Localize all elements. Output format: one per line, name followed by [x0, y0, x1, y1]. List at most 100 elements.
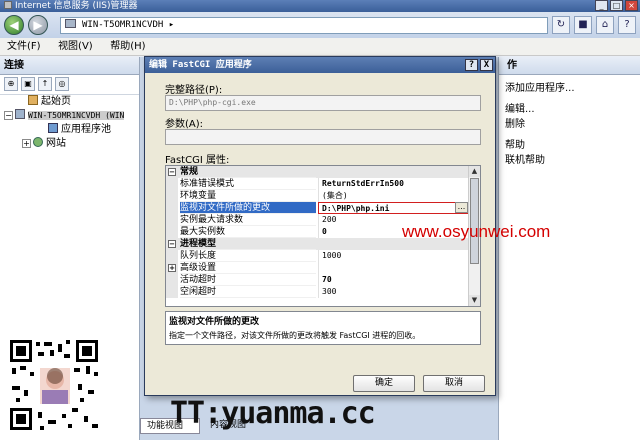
prop-name: 队列长度 [180, 250, 316, 262]
prop-idle-timeout[interactable]: 空闲超时 300 [166, 286, 470, 298]
browse-button[interactable]: ... [455, 202, 468, 213]
watermark-url: www.osyunwei.com [402, 222, 551, 241]
prop-value[interactable]: 300 [318, 286, 470, 298]
prop-monitor-changes[interactable]: 监视对文件所做的更改 D:\PHP\php.ini ... [166, 202, 470, 214]
actions-header: 作 [499, 57, 640, 75]
prop-name: 活动超时 [180, 274, 316, 286]
menu-view[interactable]: 视图(V) [51, 38, 100, 56]
prop-env-vars[interactable]: 环境变量 (集合) [166, 190, 470, 202]
iis-app-icon [4, 1, 12, 9]
prop-name: 最大实例数 [180, 226, 316, 238]
expand-icon[interactable]: + [22, 139, 31, 148]
collapse-icon[interactable]: − [168, 168, 176, 176]
app-pool-icon [48, 123, 58, 133]
tree-item-sites[interactable]: + 网站 [0, 137, 139, 151]
refresh-icon[interactable]: ↻ [552, 16, 570, 34]
maximize-button[interactable]: □ [610, 0, 623, 11]
prop-value[interactable]: (集合) [318, 190, 470, 202]
menu-bar: 文件(F) 视图(V) 帮助(H) [0, 38, 640, 56]
description-text: 指定一个文件路径，对该文件所做的更改将触发 FastCGI 进程的回收。 [169, 331, 421, 340]
address-tools: ↻ ■ ⌂ ? [552, 16, 636, 34]
fastcgi-props-label: FastCGI 属性: [165, 155, 230, 166]
watermark-tt: TT:yuanma.cc [170, 396, 376, 431]
prop-value[interactable]: 1000 [318, 250, 470, 262]
connect-server-icon[interactable]: ◎ [55, 77, 69, 91]
prop-activity-timeout[interactable]: 活动超时 70 [166, 274, 470, 286]
menu-file[interactable]: 文件(F) [0, 38, 48, 56]
computer-icon [65, 19, 76, 28]
window-title: Internet 信息服务 (IIS)管理器 [15, 1, 138, 11]
dialog-controls: ? X [465, 59, 493, 71]
arguments-label: 参数(A): [165, 119, 204, 130]
prop-name: 高级设置 [180, 262, 316, 274]
prop-advanced-settings[interactable]: + 高级设置 [166, 262, 470, 274]
prop-name: 监视对文件所做的更改 [180, 202, 316, 214]
cancel-button[interactable]: 取消 [423, 375, 485, 392]
qr-code-graphic [8, 338, 100, 432]
grid-gutter [166, 190, 178, 202]
tree-item-server[interactable]: − WIN-T5OMR1NCVDH (WIN [0, 109, 139, 123]
prop-value[interactable]: ReturnStdErrIn500 [318, 178, 470, 190]
ok-button[interactable]: 确定 [353, 375, 415, 392]
window-controls: _ □ × [595, 0, 638, 12]
prop-value-input[interactable]: D:\PHP\php.ini [318, 202, 470, 214]
help-icon[interactable]: ? [618, 16, 636, 34]
tree-item-app-pools[interactable]: 应用程序池 [0, 123, 139, 137]
dialog-title-bar: 编辑 FastCGI 应用程序 ? X [145, 57, 495, 73]
address-bar: ◀ ▶ WIN-T5OMR1NCVDH ▸ ↻ ■ ⌂ ? [0, 12, 640, 38]
dialog-title: 编辑 FastCGI 应用程序 [149, 60, 252, 70]
grid-gutter [166, 250, 178, 262]
prop-value[interactable]: 70 [318, 274, 470, 286]
dialog-help-button[interactable]: ? [465, 59, 478, 71]
full-path-field[interactable]: D:\PHP\php-cgi.exe [165, 95, 481, 111]
sites-icon [33, 137, 43, 147]
grid-gutter [166, 178, 178, 190]
save-icon[interactable]: ▣ [21, 77, 35, 91]
scroll-thumb[interactable] [470, 178, 479, 264]
grid-gutter [166, 226, 178, 238]
description-title: 监视对文件所做的更改 [169, 317, 260, 327]
home-icon[interactable]: ⌂ [596, 16, 614, 34]
up-icon[interactable]: ↑ [38, 77, 52, 91]
grid-gutter [166, 274, 178, 286]
collapse-icon[interactable]: − [4, 111, 13, 120]
start-page-icon [28, 95, 38, 105]
action-help[interactable]: 帮助 [499, 138, 640, 153]
forward-arrow-icon[interactable]: ▶ [28, 15, 48, 35]
connections-toolbar: ⊕ ▣ ↑ ◎ [0, 75, 139, 95]
category-label: 常规 [180, 166, 316, 178]
connect-icon[interactable]: ⊕ [4, 77, 18, 91]
collapse-icon[interactable]: − [168, 240, 176, 248]
grid-gutter [166, 286, 178, 298]
connections-header: 连接 [0, 57, 139, 75]
actions-panel: 作 添加应用程序... 编辑... 删除 帮助 联机帮助 [498, 57, 640, 440]
tree-item-start-page[interactable]: 起始页 [0, 95, 139, 109]
prop-queue-length[interactable]: 队列长度 1000 [166, 250, 470, 262]
prop-name: 空闲超时 [180, 286, 316, 298]
expand-icon[interactable]: + [168, 264, 176, 272]
back-arrow-icon[interactable]: ◀ [4, 15, 24, 35]
full-path-label: 完整路径(P): [165, 85, 223, 96]
prop-name: 标准错误模式 [180, 178, 316, 190]
property-description: 监视对文件所做的更改 指定一个文件路径，对该文件所做的更改将触发 FastCGI… [165, 311, 481, 345]
arguments-field[interactable] [165, 129, 481, 145]
scroll-up-icon[interactable]: ▲ [469, 166, 480, 177]
grid-gutter [166, 202, 178, 214]
prop-name: 实例最大请求数 [180, 214, 316, 226]
action-add-application[interactable]: 添加应用程序... [499, 81, 640, 96]
stop-icon[interactable]: ■ [574, 16, 592, 34]
action-online-help[interactable]: 联机帮助 [499, 153, 640, 168]
close-button[interactable]: × [625, 0, 638, 11]
action-edit[interactable]: 编辑... [499, 102, 640, 117]
dialog-close-button[interactable]: X [480, 59, 493, 71]
category-general[interactable]: − 常规 [166, 166, 470, 178]
category-label: 进程模型 [180, 238, 316, 250]
scroll-down-icon[interactable]: ▼ [469, 295, 480, 306]
grid-gutter [166, 214, 178, 226]
menu-help[interactable]: 帮助(H) [103, 38, 152, 56]
address-path: WIN-T5OMR1NCVDH ▸ [82, 20, 175, 30]
minimize-button[interactable]: _ [595, 0, 608, 11]
address-field[interactable]: WIN-T5OMR1NCVDH ▸ [60, 17, 548, 34]
action-delete[interactable]: 删除 [499, 117, 640, 132]
prop-stderr-mode[interactable]: 标准错误模式 ReturnStdErrIn500 [166, 178, 470, 190]
